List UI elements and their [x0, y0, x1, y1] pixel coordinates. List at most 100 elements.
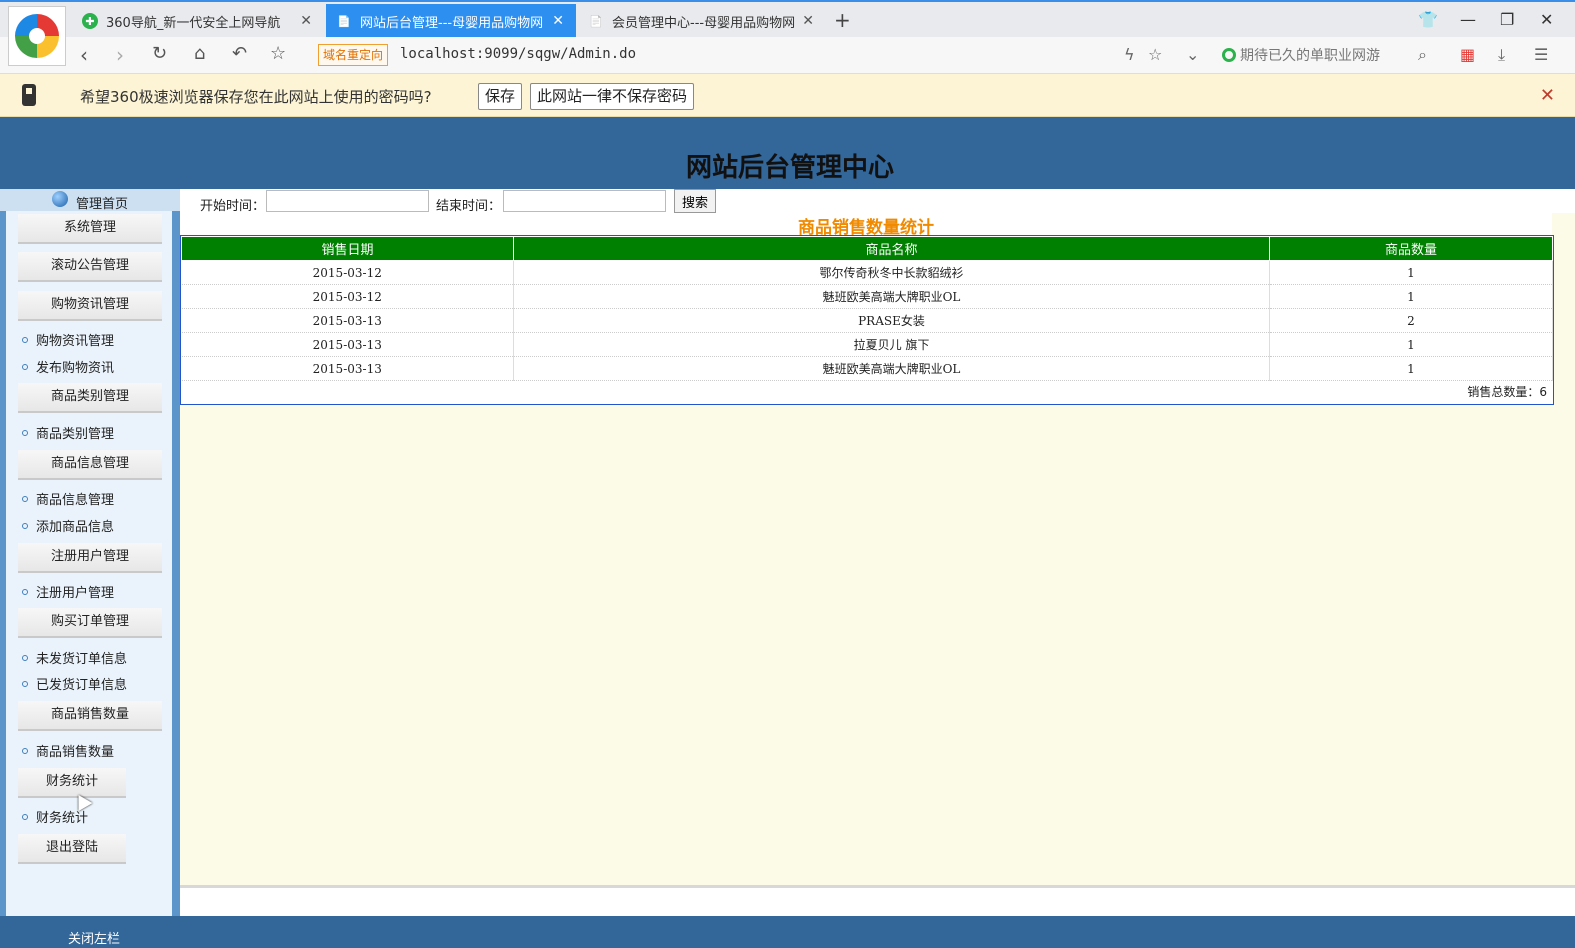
sidebar-section-orders[interactable]: 购买订单管理: [18, 608, 162, 638]
lightning-icon[interactable]: ϟ: [1124, 45, 1135, 64]
never-save-password-button[interactable]: 此网站一律不保存密码: [530, 83, 695, 110]
cell-date: 2015-03-13: [181, 308, 514, 333]
search-icon[interactable]: ⌕: [1418, 45, 1427, 65]
restore-icon[interactable]: ❐: [1500, 10, 1514, 29]
page-footer: 关闭左栏: [0, 916, 1575, 948]
close-icon[interactable]: ✕: [300, 13, 312, 29]
table-row: 2015-03-12 魅班欧美高端大牌职业OL 1: [181, 284, 1553, 309]
key-icon: [22, 84, 36, 106]
sidebar-item-label: 添加商品信息: [36, 520, 115, 535]
browser-logo-icon: [15, 14, 59, 58]
cell-product: 拉夏贝儿 旗下: [513, 332, 1270, 357]
bullet-icon: [22, 364, 28, 370]
close-sidebar-link[interactable]: 关闭左栏: [68, 928, 120, 947]
column-header-date: 销售日期: [181, 236, 514, 261]
browser-tab-bar: ✚ 360导航_新一代安全上网导航 ✕ 📄 网站后台管理---母婴用品购物网 ✕…: [0, 0, 1575, 38]
password-prompt-text: 希望360极速浏览器保存您在此网站上使用的密码吗?: [80, 88, 432, 106]
browser-tab-admin[interactable]: 📄 网站后台管理---母婴用品购物网 ✕: [326, 4, 576, 38]
bullet-icon: [22, 523, 28, 529]
page-title: 网站后台管理中心: [685, 153, 894, 183]
cell-quantity: 2: [1269, 308, 1553, 333]
cell-date: 2015-03-13: [181, 356, 514, 381]
minimize-icon[interactable]: —: [1460, 10, 1476, 29]
home-link[interactable]: 管理首页: [76, 193, 128, 212]
bullet-icon: [22, 337, 28, 343]
save-password-button[interactable]: 保存: [478, 83, 523, 110]
sidebar-item-category-manage[interactable]: 商品类别管理: [22, 423, 114, 442]
home-icon[interactable]: ⌂: [194, 43, 205, 64]
main-content: 开始时间： 结束时间： 搜索 商品销售数量统计 销售日期 商品名称 商品数量 2…: [180, 189, 1575, 916]
cell-quantity: 1: [1269, 260, 1553, 285]
start-time-label: 开始时间：: [200, 199, 266, 214]
sidebar-section-system[interactable]: 系统管理: [18, 214, 162, 244]
sidebar-item-news-publish[interactable]: 发布购物资讯: [22, 357, 114, 376]
sidebar-section-news[interactable]: 购物资讯管理: [18, 291, 162, 321]
sidebar-section-finance[interactable]: 财务统计: [18, 768, 126, 798]
redirect-badge[interactable]: 域名重定向: [318, 44, 389, 66]
table-row: 2015-03-12 鄂尔传奇秋冬中长款貂绒衫 1: [181, 260, 1553, 285]
sidebar-item-orders-shipped[interactable]: 已发货订单信息: [22, 674, 127, 693]
cell-quantity: 1: [1269, 332, 1553, 357]
close-icon[interactable]: ✕: [552, 13, 564, 29]
sidebar-item-label: 已发货订单信息: [36, 678, 128, 693]
close-icon[interactable]: ✕: [802, 13, 814, 29]
report-title: 商品销售数量统计: [180, 213, 1552, 238]
sidebar-item-sales-count[interactable]: 商品销售数量: [22, 741, 114, 760]
cell-date: 2015-03-13: [181, 332, 514, 357]
undo-icon[interactable]: ↶: [232, 43, 247, 64]
back-icon[interactable]: ‹: [80, 43, 88, 67]
content-footer: [180, 885, 1575, 916]
new-tab-icon[interactable]: +: [834, 8, 851, 32]
close-icon[interactable]: ✕: [1540, 85, 1555, 106]
sidebar-item-orders-unshipped[interactable]: 未发货订单信息: [22, 648, 127, 667]
download-icon[interactable]: ⤓: [1498, 45, 1505, 65]
page-header: 网站后台管理中心: [0, 117, 1575, 189]
sidebar-section-sales[interactable]: 商品销售数量: [18, 701, 162, 731]
sidebar-section-logout[interactable]: 退出登陆: [18, 834, 126, 864]
bullet-icon: [22, 589, 28, 595]
sidebar-item-news-manage[interactable]: 购物资讯管理: [22, 330, 114, 349]
sidebar-section-users[interactable]: 注册用户管理: [18, 543, 162, 573]
page-icon: 📄: [337, 14, 351, 28]
cell-date: 2015-03-12: [181, 260, 514, 285]
search-engine-icon: [1222, 48, 1236, 62]
search-button[interactable]: 搜索: [674, 189, 716, 213]
skin-icon[interactable]: 👕: [1418, 10, 1438, 29]
apps-grid-icon[interactable]: ▦: [1460, 45, 1475, 64]
tab-title: 360导航_新一代安全上网导航: [106, 15, 281, 31]
bullet-icon: [22, 496, 28, 502]
bullet-icon: [22, 814, 28, 820]
sidebar-section-product[interactable]: 商品信息管理: [18, 450, 162, 480]
bullet-icon: [22, 655, 28, 661]
sidebar-item-product-add[interactable]: 添加商品信息: [22, 516, 114, 535]
end-time-label: 结束时间：: [436, 199, 502, 214]
sidebar-section-notice[interactable]: 滚动公告管理: [18, 252, 162, 282]
url-input[interactable]: localhost:9099/sqgw/Admin.do: [400, 46, 636, 62]
table-row: 2015-03-13 PRASE女装 2: [181, 308, 1553, 333]
end-time-input[interactable]: [503, 190, 666, 212]
menu-icon[interactable]: ☰: [1534, 45, 1548, 64]
sales-table: 销售日期 商品名称 商品数量 2015-03-12 鄂尔传奇秋冬中长款貂绒衫 1…: [181, 236, 1553, 381]
sidebar-home[interactable]: 管理首页: [0, 189, 180, 212]
favorite-star-icon[interactable]: ☆: [1148, 45, 1162, 64]
bullet-icon: [22, 681, 28, 687]
sidebar-section-category[interactable]: 商品类别管理: [18, 383, 162, 413]
start-time-input[interactable]: [266, 190, 429, 212]
search-suggestion[interactable]: 期待已久的单职业网游: [1222, 45, 1380, 65]
sidebar-item-product-manage[interactable]: 商品信息管理: [22, 489, 114, 508]
browser-logo[interactable]: [8, 6, 66, 66]
sidebar-item-label: 注册用户管理: [36, 586, 115, 601]
sales-table-wrapper: 销售日期 商品名称 商品数量 2015-03-12 鄂尔传奇秋冬中长款貂绒衫 1…: [180, 235, 1554, 405]
browser-tab-member[interactable]: 📄 会员管理中心---母婴用品购物网 ✕: [578, 4, 826, 38]
bookmark-star-icon[interactable]: ☆: [270, 43, 286, 64]
close-window-icon[interactable]: ✕: [1540, 10, 1553, 29]
sidebar-item-users-manage[interactable]: 注册用户管理: [22, 582, 114, 601]
chevron-down-icon[interactable]: ⌄: [1186, 45, 1199, 64]
sidebar-item-label: 未发货订单信息: [36, 652, 128, 667]
date-filter-bar: 开始时间： 结束时间： 搜索: [180, 189, 1575, 214]
forward-icon[interactable]: ›: [116, 43, 124, 67]
browser-tab-360-nav[interactable]: ✚ 360导航_新一代安全上网导航 ✕: [72, 4, 324, 38]
cell-date: 2015-03-12: [181, 284, 514, 309]
reload-icon[interactable]: ↻: [152, 43, 167, 64]
search-hint-text: 期待已久的单职业网游: [1240, 48, 1380, 64]
